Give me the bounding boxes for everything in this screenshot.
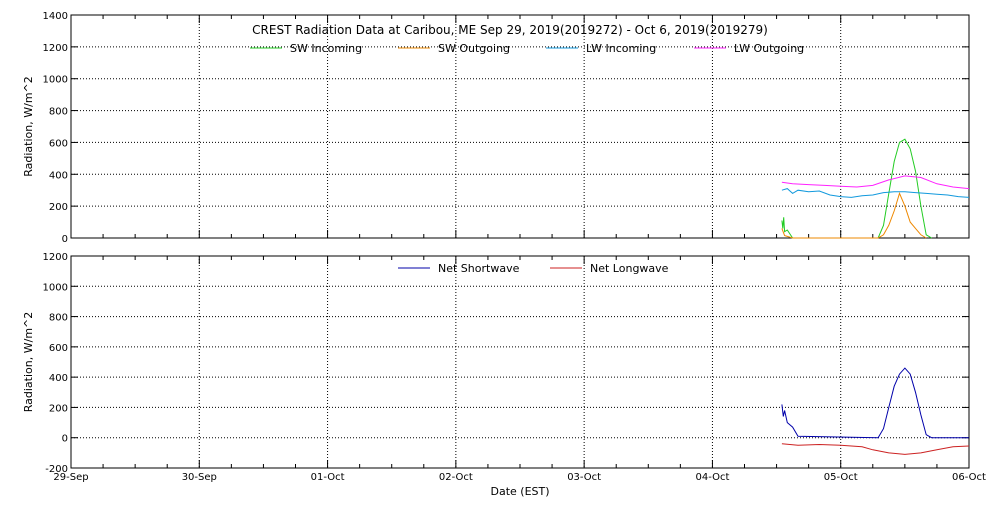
chart-title: CREST Radiation Data at Caribou, ME Sep … xyxy=(252,23,768,37)
x-axis-title: Date (EST) xyxy=(490,485,549,498)
radiation-chart-figure: 0 200 400 600 800 1000 1200 1400 SW Incoming SW O… xyxy=(0,0,1000,500)
series-line-net-shortwave xyxy=(781,367,969,439)
plot-frame xyxy=(70,255,970,469)
y-tick-label: 200 xyxy=(49,202,68,213)
y-axis-title: Radiation, W/m^2 xyxy=(22,76,35,177)
plot-frame xyxy=(70,14,970,239)
legend-label: SW Outgoing xyxy=(438,42,510,55)
y-tick-label: 400 xyxy=(49,373,68,384)
chart-svg: 0 200 400 600 800 1000 1200 1400 SW Incoming SW O… xyxy=(22,11,986,498)
y-tick-label: 200 xyxy=(49,403,68,414)
y-tick-label: 1000 xyxy=(43,75,68,86)
y-tick-label: 0 xyxy=(62,234,68,245)
y-tick-label: 800 xyxy=(49,107,68,118)
y-tick-label: 1200 xyxy=(43,43,68,54)
x-tick-label: 30-Sep xyxy=(182,472,217,483)
series-line-sw-incoming xyxy=(781,138,932,239)
x-tick-label: 06-Oct xyxy=(952,472,986,483)
y-tick-label: 1000 xyxy=(43,282,68,293)
series-line-sw-outgoing xyxy=(781,191,927,239)
x-tick-label: 01-Oct xyxy=(311,472,345,483)
series-line-net-longwave xyxy=(781,443,970,455)
y-tick-label: 600 xyxy=(49,343,68,354)
y-tick-label: 800 xyxy=(49,313,68,324)
y-tick-label: 1200 xyxy=(43,252,68,263)
y-tick-label: 600 xyxy=(49,138,68,149)
x-tick-label: 04-Oct xyxy=(695,472,729,483)
x-tick-label: 29-Sep xyxy=(53,472,88,483)
y-tick-label: 1400 xyxy=(43,11,68,22)
y-tick-label: 0 xyxy=(62,434,68,445)
y-tick-label: 400 xyxy=(49,170,68,181)
legend-label: SW Incoming xyxy=(290,42,362,55)
legend-label: Net Shortwave xyxy=(438,262,520,275)
x-tick-label: 02-Oct xyxy=(439,472,473,483)
y-axis-title: Radiation, W/m^2 xyxy=(22,312,35,413)
x-tick-label: 03-Oct xyxy=(567,472,601,483)
legend-label: Net Longwave xyxy=(590,262,669,275)
legend-label: LW Outgoing xyxy=(734,42,804,55)
x-tick-label: 05-Oct xyxy=(824,472,858,483)
series-line-lw-incoming xyxy=(781,188,970,198)
series-line-lw-outgoing xyxy=(781,175,970,190)
legend-label: LW Incoming xyxy=(586,42,656,55)
